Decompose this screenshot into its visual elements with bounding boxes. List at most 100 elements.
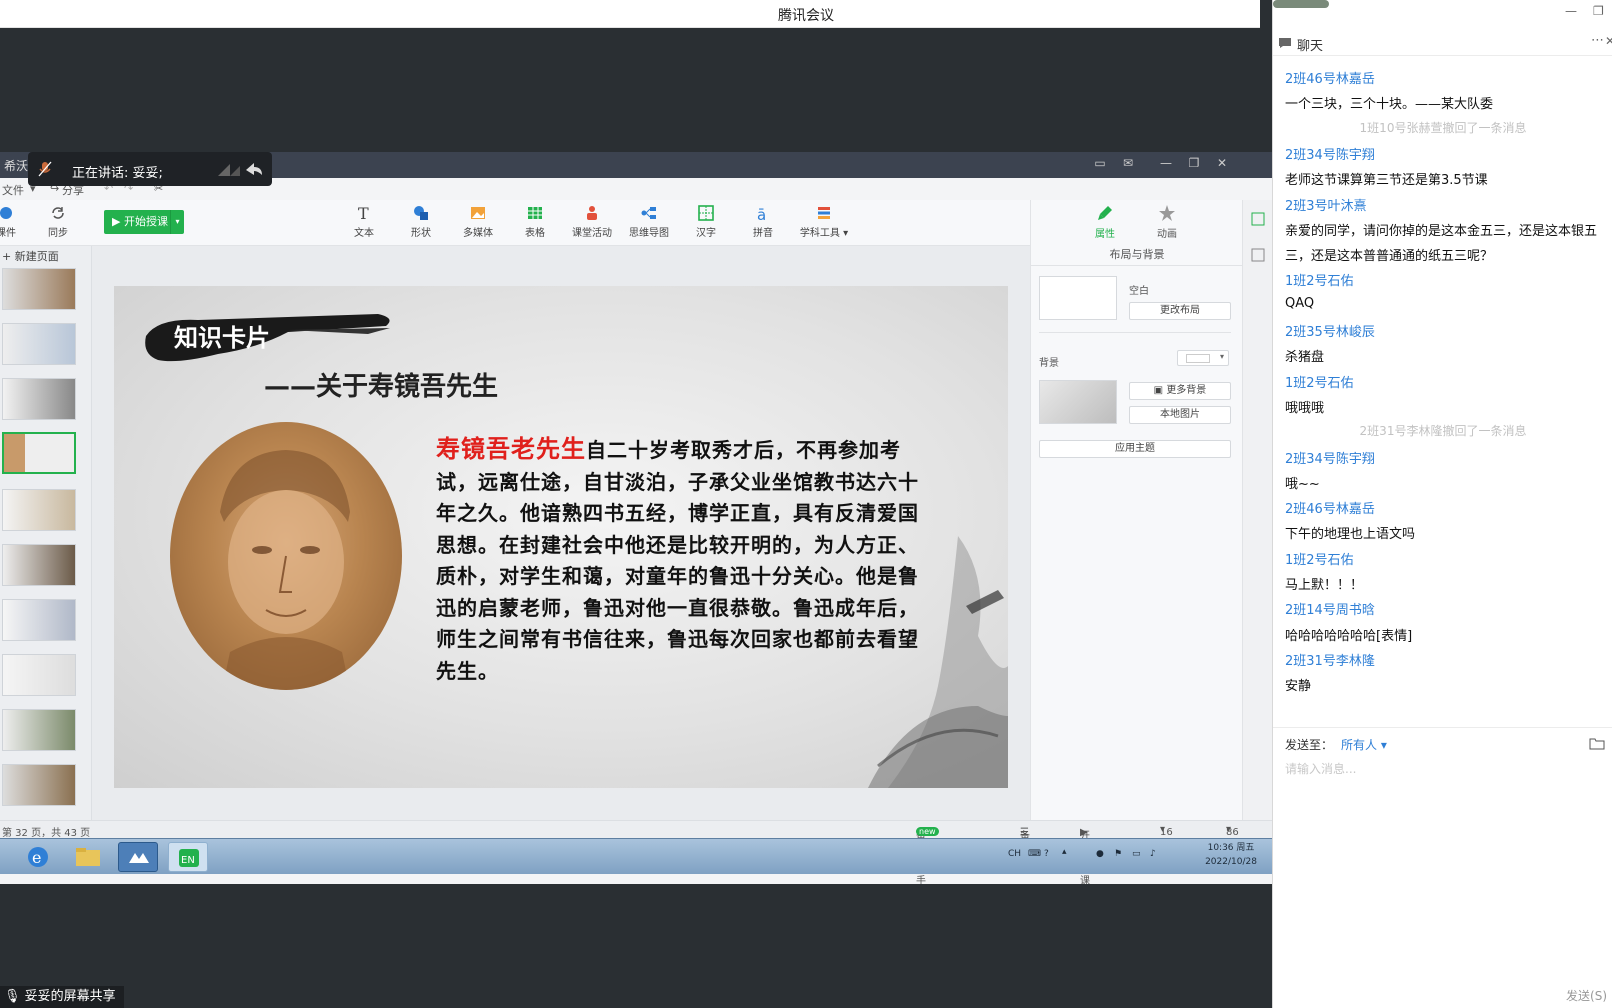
chat-sender-name[interactable]: 1班2号石佑 <box>1285 372 1354 391</box>
tray-expand-icon[interactable]: ▴ <box>1062 847 1067 857</box>
side-tool-icon[interactable] <box>1251 212 1265 226</box>
slide[interactable]: 知识卡片 ——关于寿镜吾先生 寿镜吾老先生自二十岁考取秀才后，不再参加考试，远离… <box>114 286 1008 788</box>
tab-animation[interactable]: 动画 <box>1137 204 1197 240</box>
courseware-icon <box>0 207 12 219</box>
start-dropdown-icon[interactable]: ▾ <box>170 210 184 234</box>
chat-panel: — ❐ 聊天 ⋯ ✕ 2班46号林嘉岳 一个三块，三个十块。——某大队委 1班10号… <box>1272 0 1612 1008</box>
slide-thumbnail[interactable] <box>2 599 76 641</box>
toolbar-text[interactable]: T 文本 <box>336 204 392 239</box>
mic-muted-icon <box>38 161 52 177</box>
volume-icon[interactable]: ♪ <box>1150 849 1156 859</box>
mail-icon[interactable]: ✉ <box>1118 156 1138 174</box>
chat-sender-name[interactable]: 1班2号石佑 <box>1285 270 1354 289</box>
more-background-button[interactable]: ▣ 更多背景 <box>1129 382 1231 400</box>
new-page-button[interactable]: + 新建页面 <box>2 248 59 264</box>
slide-thumbnail[interactable] <box>2 489 76 531</box>
local-image-button[interactable]: 本地图片 <box>1129 406 1231 424</box>
restore-button[interactable]: ❐ <box>1593 4 1604 18</box>
pinyin-label: 拼音 <box>753 228 773 239</box>
help-icon[interactable]: ? <box>1044 849 1049 859</box>
chat-system-notice: 2班31号李林隆撤回了一条消息 <box>1359 424 1527 439</box>
chat-message-text: 三，还是这本普普通通的纸五三呢？ <box>1285 249 1494 265</box>
background-label: 背景 <box>1039 358 1059 369</box>
chat-message-text: QAQ <box>1285 295 1315 311</box>
clock-date: 2022/10/28 <box>1205 857 1257 867</box>
restore-button[interactable]: ❐ <box>1184 156 1204 174</box>
chat-sender-name[interactable]: 1班2号石佑 <box>1285 549 1354 568</box>
ie-icon[interactable]: e <box>18 842 58 872</box>
keyboard-icon[interactable]: ⌨ <box>1028 849 1041 859</box>
network-icon[interactable]: ▭ <box>1132 849 1141 859</box>
start-class-button[interactable]: ▶ 开始授课 ▾ <box>104 210 184 234</box>
enote-taskbar-icon[interactable]: EN <box>168 842 208 872</box>
chat-sender-name[interactable]: 2班31号李林隆 <box>1285 650 1375 669</box>
apply-theme-button[interactable]: 应用主题 <box>1039 440 1231 458</box>
text-label: 文本 <box>354 228 374 239</box>
chat-sender-name[interactable]: 2班14号周书晗 <box>1285 599 1375 618</box>
background-color-select[interactable]: ▾ <box>1177 350 1229 366</box>
toolbar-sync[interactable]: 同步 <box>30 204 86 239</box>
os-taskbar: e EN CH ⌨ ? ▴ ● ⚑ ▭ ♪ 10:36 周五 2022/10/2… <box>0 838 1272 874</box>
ink-landscape-decoration <box>868 536 1008 788</box>
chat-sender-name[interactable]: 2班46号林嘉岳 <box>1285 498 1375 517</box>
slide-thumbnail[interactable] <box>2 268 76 310</box>
toolbar-pinyin[interactable]: ā 拼音 <box>735 204 791 239</box>
tray-app-icon[interactable]: ● <box>1096 849 1104 859</box>
aspect-ratio-select[interactable]: 16 : 9 ▾ <box>1160 824 1173 860</box>
folder-icon[interactable] <box>68 842 108 872</box>
change-layout-button[interactable]: 更改布局 <box>1129 302 1231 320</box>
slide-name-highlight: 寿镜吾老先生 <box>436 435 586 463</box>
send-button[interactable]: 发送(S) <box>1566 987 1607 1004</box>
chat-title: 聊天 <box>1297 39 1324 54</box>
slide-thumbnail[interactable] <box>2 764 76 806</box>
chat-window-top: — ❐ <box>1273 0 1612 30</box>
toolbar-shape[interactable]: 形状 <box>393 204 449 239</box>
chat-sender-name[interactable]: 2班34号陈宇翔 <box>1285 448 1375 467</box>
toolbar-mindmap[interactable]: 思维导图 <box>621 204 677 239</box>
ime-indicator[interactable]: CH <box>1008 849 1021 859</box>
toolbar-courseware[interactable]: 课件 <box>0 204 34 239</box>
screen-share-label: 🎙 妥妥的屏幕共享 <box>0 986 124 1008</box>
slide-thumbnail[interactable] <box>2 544 76 586</box>
chat-bubble-icon <box>1279 38 1291 48</box>
slide-thumbnail[interactable] <box>2 323 76 365</box>
system-clock[interactable]: 10:36 周五 2022/10/28 <box>1196 841 1266 869</box>
toolbar-hanzi[interactable]: 汉字 <box>678 204 734 239</box>
chat-sender-name[interactable]: 2班3号叶沐熹 <box>1285 195 1367 214</box>
slide-thumbnail-active[interactable] <box>2 432 76 474</box>
chevron-down-icon: ▾ <box>1219 352 1224 361</box>
folder-icon[interactable] <box>1589 736 1605 750</box>
chat-sender-name[interactable]: 2班46号林嘉岳 <box>1285 68 1375 87</box>
minimize-button[interactable]: — <box>1156 156 1176 174</box>
layout-preview[interactable] <box>1039 276 1117 320</box>
slide-thumbnail[interactable] <box>2 654 76 696</box>
star-icon <box>1159 205 1175 221</box>
feedback-icon[interactable]: ▭ <box>1090 156 1110 174</box>
toolbar-activity[interactable]: 课堂活动 <box>564 204 620 239</box>
close-button[interactable]: ✕ <box>1212 156 1232 174</box>
send-to-select[interactable]: 所有人 ▾ <box>1341 736 1387 753</box>
chat-sender-name[interactable]: 2班35号林峻辰 <box>1285 321 1375 340</box>
tab-properties[interactable]: 属性 <box>1075 204 1135 240</box>
speaking-controls-icon[interactable] <box>216 160 264 178</box>
toolbar-subject-tools[interactable]: 学科工具 ▾ <box>792 204 856 239</box>
minimize-button[interactable]: — <box>1565 4 1577 18</box>
slide-thumbnail[interactable] <box>2 709 76 751</box>
speaking-indicator: 正在讲话: 妥妥; <box>28 152 272 186</box>
toolbar-media[interactable]: 多媒体 <box>450 204 506 239</box>
chat-sender-name[interactable]: 2班34号陈宇翔 <box>1285 144 1375 163</box>
chat-message-text: 哦哦哦 <box>1285 400 1325 416</box>
slide-card-title: 知识卡片 <box>174 324 270 352</box>
menu-file[interactable]: 文件 <box>2 182 24 198</box>
toolbar-table[interactable]: 表格 <box>507 204 563 239</box>
close-icon[interactable]: ✕ <box>1605 34 1612 48</box>
layout-background-header: 布局与背景 <box>1031 246 1243 266</box>
chat-input[interactable]: 请输入消息... <box>1285 760 1356 777</box>
tencent-meeting-taskbar-icon[interactable] <box>118 842 158 872</box>
zoom-select[interactable]: 86 % ▾ <box>1226 824 1239 849</box>
side-tool-icon[interactable] <box>1251 248 1265 262</box>
flag-icon[interactable]: ⚑ <box>1114 849 1122 859</box>
slide-thumbnail[interactable] <box>2 378 76 420</box>
more-options-icon[interactable]: ⋯ <box>1591 33 1604 48</box>
background-preview[interactable] <box>1039 380 1117 424</box>
